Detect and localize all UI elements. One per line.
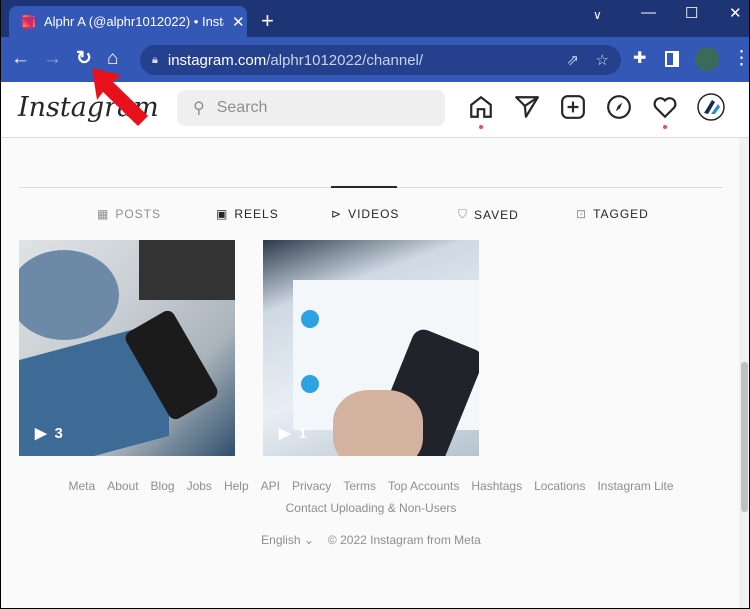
menu-icon[interactable]: ⋮ (732, 47, 749, 71)
address-bar[interactable]: 🔒︎ instagram.com/alphr1012022/channel/ ⇗… (140, 45, 621, 75)
reels-icon: ▣ (216, 207, 229, 221)
tab-label: REELS (234, 207, 279, 221)
view-count: 3 (54, 424, 63, 442)
tab-saved[interactable]: ⛉ SAVED (458, 207, 519, 222)
footer-link[interactable]: Meta (69, 479, 96, 493)
chevron-down-icon: ⌄ (303, 533, 314, 547)
coffee-cup-image (19, 250, 119, 340)
close-tab-icon[interactable]: ✕ (232, 13, 245, 31)
scrollbar[interactable] (739, 138, 749, 608)
tab-tagged[interactable]: ⊡ TAGGED (576, 207, 649, 221)
side-panel-icon[interactable] (665, 51, 679, 67)
instagram-favicon-icon (21, 14, 35, 29)
footer-links: Meta About Blog Jobs Help API Privacy Terms Top … (1, 479, 741, 493)
tab-posts[interactable]: ▦ POSTS (97, 207, 161, 221)
url-host: instagram.com (167, 51, 267, 69)
direct-message-icon[interactable] (514, 94, 540, 120)
home-notification-dot (479, 125, 483, 129)
play-icon: ▶ (279, 425, 291, 442)
language-select[interactable]: English ⌄ (261, 533, 314, 547)
active-tab-indicator (331, 186, 397, 188)
tab-search-chevron-icon[interactable]: ∨ (593, 8, 602, 22)
footer-link[interactable]: Jobs (187, 479, 212, 493)
search-placeholder: Search (216, 99, 268, 116)
minimize-button[interactable]: — (641, 4, 656, 21)
url-path: /alphr1012022/channel/ (266, 51, 424, 69)
footer: Meta About Blog Jobs Help API Privacy Terms Top … (1, 479, 741, 547)
play-circle-icon: ⊳ (331, 207, 343, 221)
footer-link-contact-uploading[interactable]: Contact Uploading & Non-Users (286, 501, 457, 515)
view-count: 1 (298, 424, 307, 442)
video-views: ▶ 1 (279, 424, 307, 443)
footer-link[interactable]: Instagram Lite (597, 479, 673, 493)
copyright: © 2022 Instagram from Meta (327, 533, 481, 547)
tab-title: Alphr A (@alphr1012022) • Instagram (44, 14, 224, 29)
footer-link[interactable]: About (107, 479, 138, 493)
new-post-icon[interactable] (560, 94, 586, 120)
maximize-button[interactable]: ☐ (685, 4, 698, 22)
bookmark-star-icon[interactable]: ☆ (596, 51, 609, 69)
activity-notification-dot (663, 125, 667, 129)
footer-link[interactable]: Blog (151, 479, 175, 493)
tagged-icon: ⊡ (576, 207, 588, 221)
forward-button[interactable]: → (43, 47, 62, 71)
profile-avatar[interactable] (695, 47, 719, 71)
tab-reels[interactable]: ▣ REELS (216, 207, 279, 221)
home-icon[interactable] (468, 94, 494, 120)
footer-link[interactable]: Top Accounts (388, 479, 459, 493)
share-icon[interactable]: ⇗ (566, 51, 579, 69)
heart-icon[interactable] (652, 94, 678, 120)
video-views: ▶ 3 (35, 424, 63, 443)
extensions-icon[interactable]: ✚ (633, 47, 646, 71)
new-tab-button[interactable]: + (261, 8, 274, 34)
bookmark-icon: ⛉ (458, 207, 469, 221)
red-arrow-annotation (92, 68, 148, 126)
browser-window: Alphr A (@alphr1012022) • Instagram ✕ + … (1, 0, 749, 608)
telegram-logo-image (301, 310, 319, 328)
tab-label: TAGGED (593, 207, 649, 221)
footer-link[interactable]: API (261, 479, 280, 493)
search-input[interactable]: ⚲ Search (177, 90, 445, 126)
play-icon: ▶ (35, 425, 47, 442)
footer-link[interactable]: Privacy (292, 479, 331, 493)
footer-link[interactable]: Locations (534, 479, 585, 493)
close-window-button[interactable]: ✕ (729, 4, 742, 22)
profile-avatar-icon[interactable] (697, 93, 725, 121)
tab-strip: Alphr A (@alphr1012022) • Instagram ✕ + … (1, 0, 749, 37)
scrollbar-thumb[interactable] (741, 362, 748, 512)
grid-icon: ▦ (97, 207, 110, 221)
notebook-image (139, 240, 235, 300)
browser-tab[interactable]: Alphr A (@alphr1012022) • Instagram ✕ (9, 6, 247, 37)
explore-icon[interactable] (606, 94, 632, 120)
telegram-logo-image (301, 375, 319, 393)
search-icon: ⚲ (193, 100, 205, 117)
tab-label: VIDEOS (348, 207, 400, 221)
tab-label: POSTS (115, 207, 162, 221)
back-button[interactable]: ← (11, 47, 30, 71)
language-label: English (261, 533, 301, 547)
video-thumbnail[interactable]: ▶ 3 (19, 240, 235, 456)
footer-link[interactable]: Hashtags (471, 479, 522, 493)
footer-link[interactable]: Help (224, 479, 249, 493)
video-thumbnail[interactable]: ▶ 1 (263, 240, 479, 456)
tab-label: SAVED (474, 207, 519, 222)
footer-link[interactable]: Terms (343, 479, 376, 493)
hand-image (333, 390, 423, 456)
tab-videos[interactable]: ⊳ VIDEOS (331, 207, 399, 221)
